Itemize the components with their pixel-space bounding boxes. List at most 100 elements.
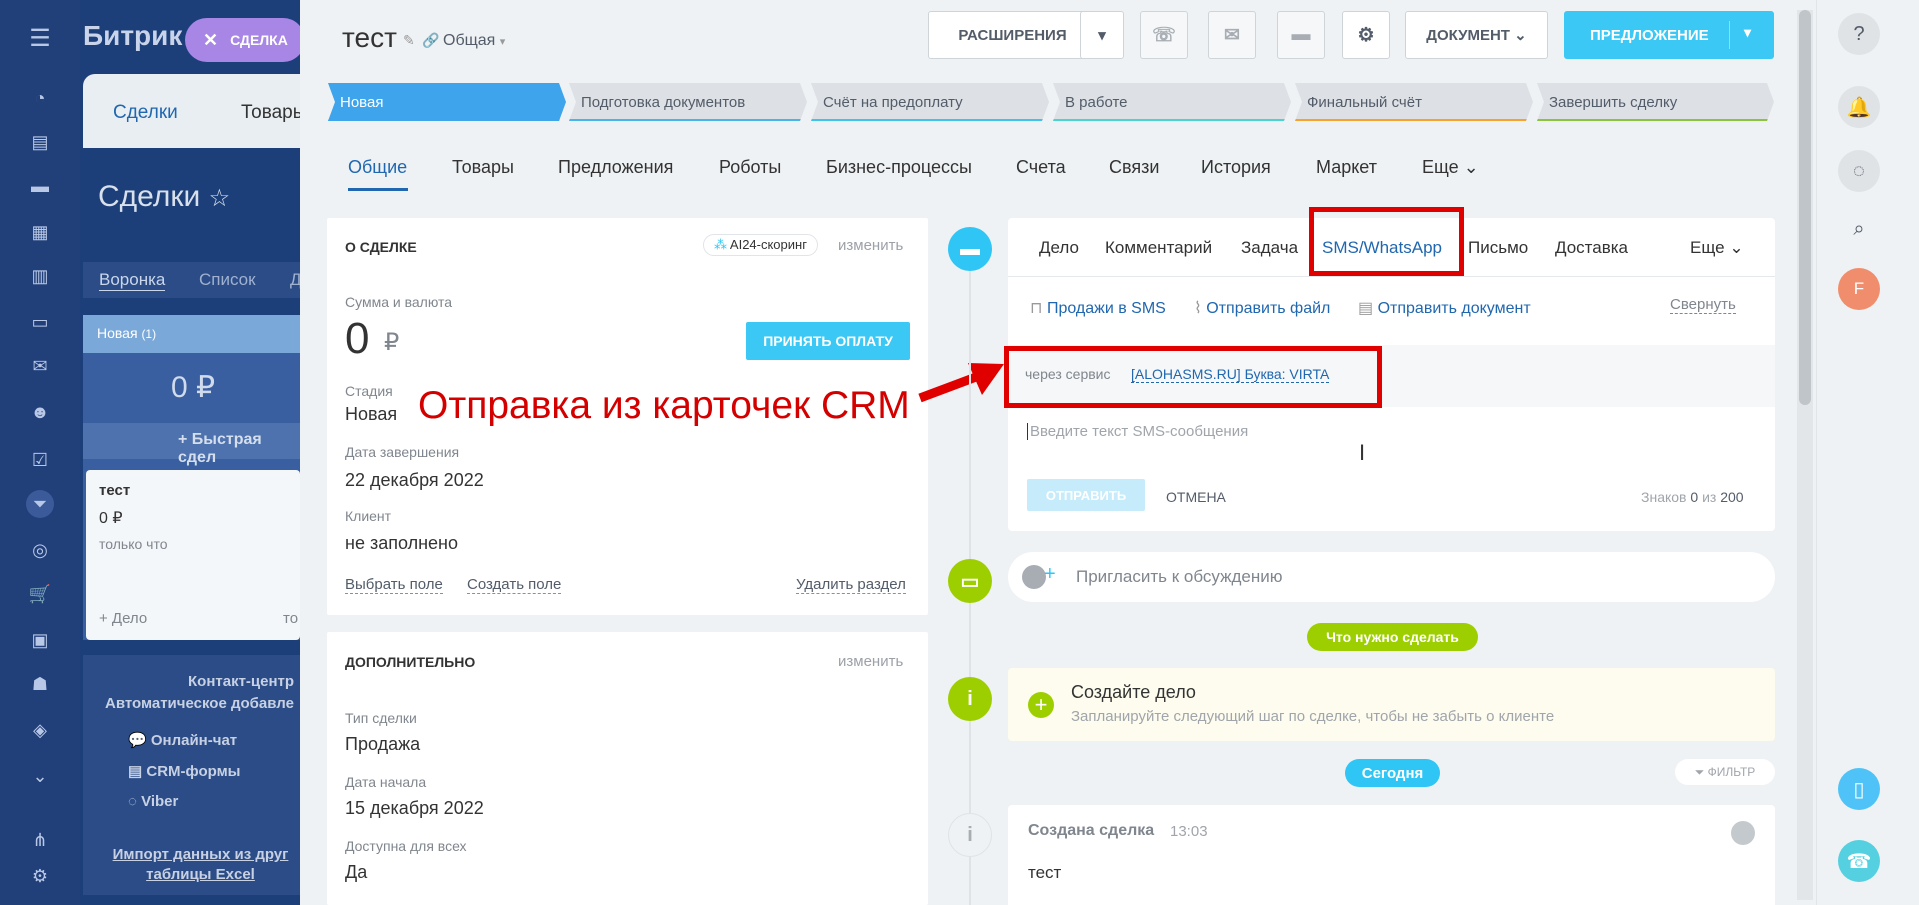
offer-label: ПРЕДЛОЖЕНИЕ	[1590, 26, 1709, 44]
send-document-link[interactable]: ▤ Отправить документ	[1358, 298, 1531, 318]
ai-scoring-badge[interactable]: ⁂ AI24-скоринг	[703, 234, 818, 256]
stage-new[interactable]: Новая	[328, 83, 566, 121]
bg-quick-add[interactable]: + Быстрая сдел	[83, 423, 303, 466]
checklist-icon[interactable]: ☑	[26, 446, 54, 474]
envelope-icon[interactable]: ✉	[1208, 11, 1256, 59]
add-task-plus-icon[interactable]: +	[1028, 692, 1054, 718]
activity-tab-delivery[interactable]: Доставка	[1555, 238, 1628, 258]
docs-icon[interactable]: ▥	[26, 262, 54, 290]
search-icon[interactable]: ⌕	[1838, 208, 1880, 250]
target-icon[interactable]: ◎	[26, 536, 54, 564]
tab-business-processes[interactable]: Бизнес-процессы	[826, 157, 972, 178]
scrollbar[interactable]	[1797, 10, 1813, 900]
about-edit-link[interactable]: изменить	[838, 237, 903, 254]
tab-robots[interactable]: Роботы	[719, 157, 781, 178]
mail-icon[interactable]: ✉	[26, 352, 54, 380]
sms-text-input[interactable]: Введите текст SMS-сообщения	[1027, 423, 1747, 440]
document-button[interactable]: ДОКУМЕНТ ⌄	[1405, 11, 1548, 59]
tab-products[interactable]: Товары	[452, 157, 514, 178]
activity-tab-todo[interactable]: Задача	[1241, 238, 1298, 258]
delete-section-link[interactable]: Удалить раздел	[796, 576, 906, 594]
caret-down-icon[interactable]: ▾	[1744, 24, 1751, 41]
stage-in-progress[interactable]: В работе	[1053, 83, 1291, 121]
stage-progress-bar: Новая Подготовка документов Счёт на пред…	[328, 83, 1774, 123]
bg-deal-card[interactable]: тест 0 ₽ только что + Дело то	[86, 470, 300, 640]
stage-finish-deal-label: Завершить сделку	[1549, 93, 1678, 111]
activity-tab-task[interactable]: Дело	[1039, 238, 1079, 258]
offer-button[interactable]: ПРЕДЛОЖЕНИЕ ▾	[1564, 11, 1774, 59]
activity-tab-email[interactable]: Письмо	[1468, 238, 1528, 258]
app-logo-title: Битрик	[83, 20, 183, 51]
bg-cc-item-chat[interactable]: 💬 Онлайн-чат	[128, 731, 237, 749]
menu-icon[interactable]: ☰	[26, 24, 54, 52]
robot-icon[interactable]: ☗	[26, 670, 54, 698]
author-avatar-icon[interactable]	[1731, 821, 1755, 845]
chat-icon[interactable]: ▬	[26, 172, 54, 200]
tab-more[interactable]: Еще ⌄	[1422, 157, 1479, 178]
bell-icon[interactable]: 🔔	[1838, 86, 1880, 128]
sales-in-sms-link[interactable]: ⊓ Продажи в SMS	[1030, 298, 1166, 318]
create-field-link[interactable]: Создать поле	[467, 576, 562, 594]
feed-icon[interactable]: ◔	[26, 84, 54, 112]
invite-to-discussion[interactable]: + Пригласить к обсуждению	[1008, 552, 1775, 602]
structure-icon[interactable]: ⋔	[26, 826, 54, 854]
bg-view-list[interactable]: Список	[199, 270, 256, 290]
calendar-icon[interactable]: ▦	[26, 218, 54, 246]
deal-category-select[interactable]: Общая ▾	[443, 32, 505, 50]
edit-pencil-icon[interactable]: ✎	[403, 32, 415, 49]
bg-cc-item-viber[interactable]: ◌ Viber	[128, 793, 178, 810]
stage-prepayment-invoice[interactable]: Счёт на предоплату	[811, 83, 1049, 121]
extensions-button[interactable]: РАСШИРЕНИЯ	[928, 11, 1096, 59]
box-icon[interactable]: ◈	[26, 716, 54, 744]
cancel-button[interactable]: ОТМЕНА	[1166, 489, 1226, 505]
user-avatar[interactable]: F	[1838, 268, 1880, 310]
tab-history[interactable]: История	[1201, 157, 1271, 178]
help-icon[interactable]: ?	[1838, 13, 1880, 55]
chat-icon[interactable]: ▬	[1277, 11, 1325, 59]
drive-icon[interactable]: ▭	[26, 308, 54, 336]
tasks-icon[interactable]: ▤	[26, 128, 54, 156]
bg-cc-item-forms[interactable]: ▤ CRM-формы	[128, 762, 240, 780]
filter-label: ФИЛЬТР	[1707, 765, 1756, 779]
extensions-dropdown-button[interactable]: ▾	[1080, 11, 1124, 59]
call-icon[interactable]: ☎	[1838, 840, 1880, 882]
gear-icon[interactable]: ⚙	[26, 862, 54, 890]
send-button[interactable]: ОТПРАВИТЬ	[1027, 479, 1145, 511]
stage-prepare-docs[interactable]: Подготовка документов	[569, 83, 807, 121]
collapse-link[interactable]: Свернуть	[1670, 296, 1736, 314]
tab-market[interactable]: Маркет	[1316, 157, 1377, 178]
create-task-card[interactable]: + Создайте дело Запланируйте следующий ш…	[1008, 668, 1775, 741]
link-icon[interactable]: 🔗	[422, 32, 439, 49]
star-icon[interactable]: ☆	[209, 185, 231, 212]
activity-tab-more[interactable]: Еще ⌄	[1690, 238, 1744, 258]
tab-invoices[interactable]: Счета	[1016, 157, 1066, 178]
phone-book-icon[interactable]: ▯	[1838, 768, 1880, 810]
tab-offers[interactable]: Предложения	[558, 157, 673, 178]
scrollbar-thumb[interactable]	[1799, 10, 1811, 405]
additional-edit-link[interactable]: изменить	[838, 653, 903, 670]
bg-view-funnel[interactable]: Воронка	[99, 270, 166, 291]
chevron-down-icon[interactable]: ⌄	[26, 762, 54, 790]
choose-field-link[interactable]: Выбрать поле	[345, 576, 443, 594]
send-file-link[interactable]: ⌇ Отправить файл	[1194, 298, 1330, 318]
deal-chip-button[interactable]: ✕ СДЕЛКА	[185, 18, 305, 62]
chat-bubble-icon[interactable]: ◌	[1838, 150, 1880, 192]
bg-tab-goods[interactable]: Товары	[241, 102, 306, 124]
groups-icon[interactable]: ☻	[26, 398, 54, 426]
gear-icon[interactable]: ⚙	[1342, 11, 1390, 59]
contact-card-icon[interactable]: ▣	[26, 626, 54, 654]
activity-tab-comment[interactable]: Комментарий	[1105, 238, 1212, 258]
stage-final-invoice[interactable]: Финальный счёт	[1295, 83, 1533, 121]
accept-payment-button[interactable]: ПРИНЯТЬ ОПЛАТУ	[746, 322, 910, 360]
caret-down-icon: ▾	[1098, 27, 1106, 44]
shop-cart-icon[interactable]: 🛒	[26, 580, 54, 608]
filter-button[interactable]: ⏷ ФИЛЬТР	[1675, 759, 1775, 785]
bg-card-add-task[interactable]: + Дело	[99, 610, 147, 627]
tab-general[interactable]: Общие	[348, 157, 407, 178]
bg-tab-deals[interactable]: Сделки	[113, 102, 178, 124]
tab-links[interactable]: Связи	[1109, 157, 1159, 178]
stage-finish-deal[interactable]: Завершить сделку	[1537, 83, 1774, 121]
phone-icon[interactable]: ☏	[1140, 11, 1188, 59]
crm-funnel-icon[interactable]: ⏷	[26, 490, 54, 518]
bg-import-text[interactable]: Импорт данных из друг таблицы Excel	[103, 845, 298, 885]
